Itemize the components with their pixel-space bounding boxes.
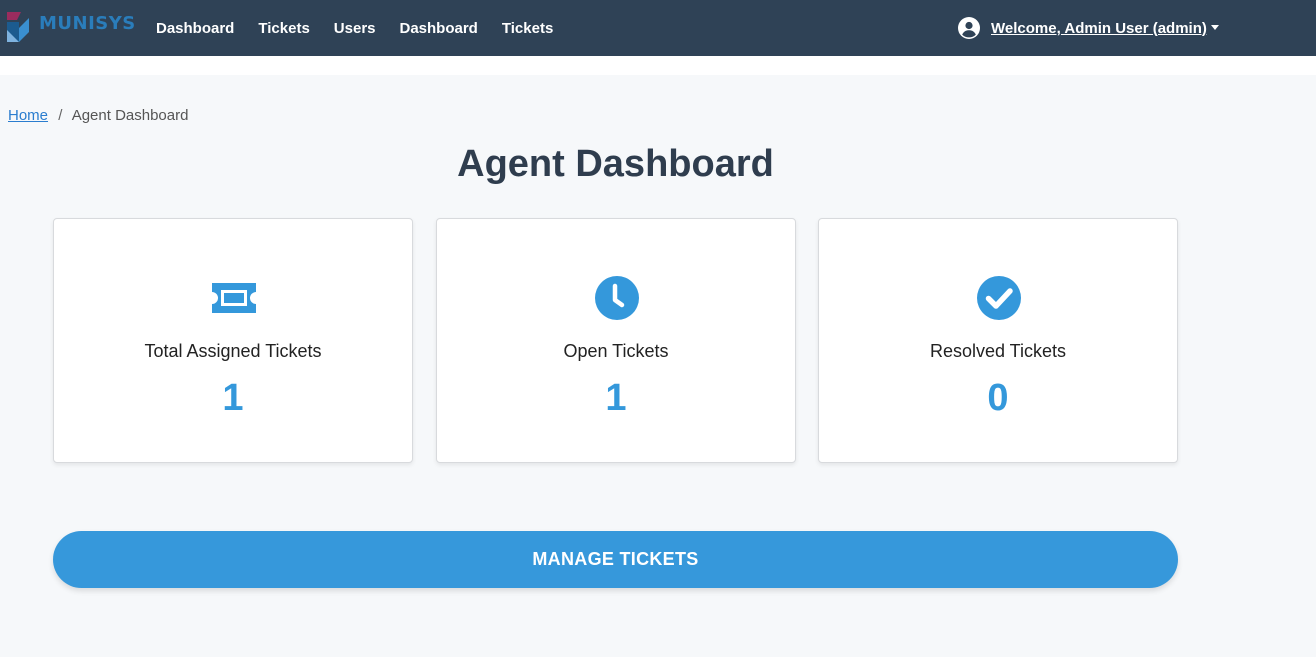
user-welcome-label: Welcome, Admin User (admin): [991, 19, 1207, 37]
breadcrumb-home-link[interactable]: Home: [8, 107, 48, 124]
stat-value: 0: [987, 377, 1009, 419]
nav-link-tickets[interactable]: Tickets: [258, 20, 309, 37]
check-circle-icon: [977, 276, 1021, 320]
ticket-icon: [212, 283, 256, 313]
stat-card-resolved: Resolved Tickets 0: [818, 218, 1178, 463]
breadcrumb: Home / Agent Dashboard: [8, 107, 188, 124]
nav-link-users[interactable]: Users: [334, 20, 376, 37]
brand-name: MUNISYS: [39, 13, 136, 34]
stat-value: 1: [605, 377, 627, 419]
munisys-logo-icon: [7, 12, 29, 42]
caret-down-icon: [1210, 24, 1219, 30]
stat-card-open: Open Tickets 1: [436, 218, 796, 463]
nav-link-dashboard[interactable]: Dashboard: [156, 20, 234, 37]
top-navbar: MUNISYS Dashboard Tickets Users Dashboar…: [0, 0, 1316, 56]
page-title: Agent Dashboard: [457, 143, 774, 185]
header-divider: [0, 56, 1316, 75]
stat-label: Total Assigned Tickets: [144, 341, 322, 361]
stat-label: Open Tickets: [563, 341, 669, 361]
stat-label: Resolved Tickets: [929, 341, 1067, 361]
breadcrumb-current: Agent Dashboard: [71, 107, 189, 124]
brand-logo[interactable]: MUNISYS: [7, 10, 136, 44]
main-nav: Dashboard Tickets Users Dashboard Ticket…: [156, 0, 577, 56]
user-circle-icon: [958, 17, 980, 39]
user-menu-dropdown[interactable]: Welcome, Admin User (admin): [958, 0, 1219, 56]
stat-value: 1: [222, 377, 244, 419]
stat-card-total-assigned: Total Assigned Tickets 1: [53, 218, 413, 463]
manage-tickets-button[interactable]: MANAGE TICKETS: [53, 531, 1178, 588]
clock-icon: [595, 276, 639, 320]
nav-link-dashboard-2[interactable]: Dashboard: [400, 20, 478, 37]
breadcrumb-separator: /: [58, 107, 63, 124]
nav-link-tickets-2[interactable]: Tickets: [502, 20, 553, 37]
